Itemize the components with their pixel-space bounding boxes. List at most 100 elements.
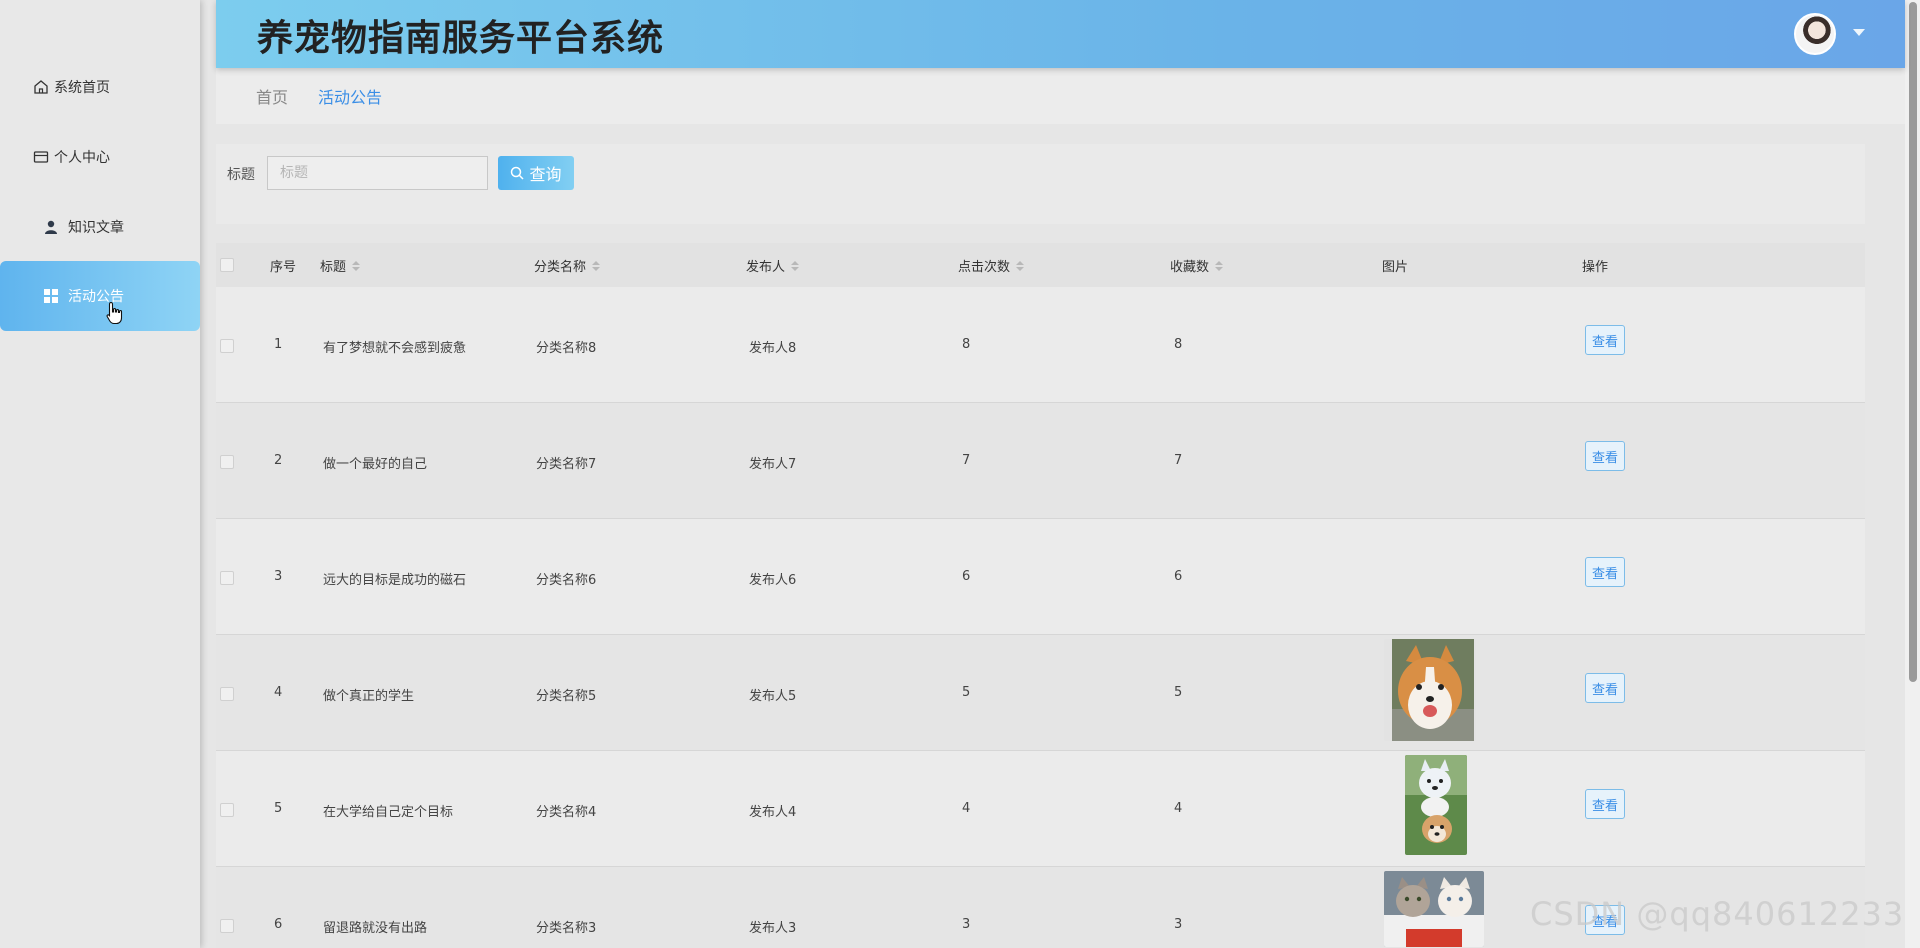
- search-panel: 标题 查询: [216, 144, 1865, 224]
- column-header-clicks[interactable]: 点击次数: [958, 256, 1025, 275]
- home-icon: [32, 78, 50, 96]
- sidebar-item-label: 系统首页: [54, 80, 110, 96]
- column-header-title[interactable]: 标题: [320, 256, 361, 275]
- cell-favorites: 8: [1174, 337, 1183, 352]
- search-button-label: 查询: [529, 165, 562, 184]
- table-row: 1 有了梦想就不会感到疲惫 分类名称8 发布人8 8 8 查看: [216, 287, 1865, 403]
- table-row: 5 在大学给自己定个目标 分类名称4 发布人4 4 4 查看: [216, 751, 1865, 867]
- sort-icon[interactable]: [1215, 260, 1224, 271]
- column-header-category[interactable]: 分类名称: [534, 256, 601, 275]
- cell-index: 5: [274, 801, 283, 816]
- cell-title: 做一个最好的自己: [323, 457, 428, 472]
- breadcrumb-current: 活动公告: [318, 88, 383, 107]
- cell-clicks: 4: [962, 801, 971, 816]
- scrollbar-thumb[interactable]: [1909, 2, 1917, 682]
- view-button[interactable]: 查看: [1585, 325, 1625, 355]
- sidebar-item-announcements[interactable]: 活动公告: [0, 261, 200, 331]
- sidebar-item-label: 个人中心: [54, 150, 110, 166]
- breadcrumb-home[interactable]: 首页: [256, 84, 288, 108]
- cell-index: 3: [274, 569, 283, 584]
- column-header-favorites[interactable]: 收藏数: [1170, 256, 1224, 275]
- cell-favorites: 4: [1174, 801, 1183, 816]
- cell-category: 分类名称3: [536, 921, 597, 936]
- row-checkbox[interactable]: [220, 339, 234, 353]
- column-header-publisher[interactable]: 发布人: [746, 256, 800, 275]
- user-icon: [42, 218, 60, 236]
- cell-publisher: 发布人4: [749, 805, 797, 820]
- select-all-checkbox[interactable]: [220, 258, 234, 272]
- sort-icon[interactable]: [791, 260, 800, 271]
- sidebar-item-home[interactable]: 系统首页: [0, 52, 200, 122]
- search-button[interactable]: 查询: [498, 156, 574, 190]
- cell-index: 2: [274, 453, 283, 468]
- cell-index: 4: [274, 685, 283, 700]
- view-button[interactable]: 查看: [1585, 673, 1625, 703]
- puppies-photo: [1405, 755, 1467, 855]
- sort-icon[interactable]: [352, 260, 361, 271]
- hand-cursor-icon: [106, 301, 124, 329]
- cell-title: 留退路就没有出路: [323, 921, 428, 936]
- sidebar-item-personal-center[interactable]: 个人中心: [0, 122, 200, 192]
- watermark-text: CSDN @qq840612233: [1530, 895, 1905, 933]
- row-checkbox[interactable]: [220, 919, 234, 933]
- cell-publisher: 发布人7: [749, 457, 797, 472]
- cell-favorites: 7: [1174, 453, 1183, 468]
- app-title: 养宠物指南服务平台系统: [257, 18, 665, 59]
- cell-title: 做个真正的学生: [323, 689, 415, 704]
- search-label: 标题: [227, 167, 255, 183]
- sidebar-item-knowledge-articles[interactable]: 知识文章: [0, 192, 200, 262]
- cell-title: 在大学给自己定个目标: [323, 805, 454, 820]
- cell-index: 6: [274, 917, 283, 932]
- corgi-photo: [1384, 639, 1476, 741]
- search-icon: [511, 166, 525, 180]
- row-checkbox[interactable]: [220, 571, 234, 585]
- cell-category: 分类名称4: [536, 805, 597, 820]
- table-header: 序号 标题 分类名称 发布人 点击次数 收藏数 图片 操作: [216, 243, 1865, 287]
- cell-clicks: 8: [962, 337, 971, 352]
- row-checkbox[interactable]: [220, 803, 234, 817]
- top-header: 养宠物指南服务平台系统: [216, 0, 1905, 68]
- cell-category: 分类名称6: [536, 573, 597, 588]
- title-search-input[interactable]: [267, 156, 488, 190]
- cell-publisher: 发布人5: [749, 689, 797, 704]
- row-checkbox[interactable]: [220, 687, 234, 701]
- cell-category: 分类名称7: [536, 457, 597, 472]
- wallet-icon: [32, 148, 50, 166]
- table-row: 3 远大的目标是成功的磁石 分类名称6 发布人6 6 6 查看: [216, 519, 1865, 635]
- column-header-index: 序号: [270, 260, 297, 275]
- column-header-actions: 操作: [1582, 260, 1609, 275]
- sort-icon[interactable]: [592, 260, 601, 271]
- view-button[interactable]: 查看: [1585, 557, 1625, 587]
- column-header-image: 图片: [1382, 260, 1409, 275]
- table-row: 4 做个真正的学生 分类名称5 发布人5 5 5 查看: [216, 635, 1865, 751]
- grid-icon: [42, 287, 60, 305]
- chevron-down-icon[interactable]: [1853, 29, 1865, 36]
- cell-favorites: 6: [1174, 569, 1183, 584]
- view-button[interactable]: 查看: [1585, 441, 1625, 471]
- sidebar-item-label: 知识文章: [68, 220, 124, 236]
- cell-publisher: 发布人6: [749, 573, 797, 588]
- row-checkbox[interactable]: [220, 455, 234, 469]
- view-button[interactable]: 查看: [1585, 789, 1625, 819]
- cell-title: 远大的目标是成功的磁石: [323, 573, 467, 588]
- cell-publisher: 发布人3: [749, 921, 797, 936]
- kittens-photo: [1384, 871, 1484, 947]
- cell-clicks: 3: [962, 917, 971, 932]
- announcements-table: 序号 标题 分类名称 发布人 点击次数 收藏数 图片 操作 1 有了梦想就不会感…: [216, 243, 1865, 948]
- cell-clicks: 7: [962, 453, 971, 468]
- page-scrollbar[interactable]: [1905, 0, 1920, 948]
- cell-title: 有了梦想就不会感到疲惫: [323, 341, 467, 356]
- cell-clicks: 5: [962, 685, 971, 700]
- cell-favorites: 5: [1174, 685, 1183, 700]
- cell-clicks: 6: [962, 569, 971, 584]
- cell-category: 分类名称5: [536, 689, 597, 704]
- cell-category: 分类名称8: [536, 341, 597, 356]
- sort-icon[interactable]: [1016, 260, 1025, 271]
- sidebar: 系统首页 个人中心 知识文章 活动公告: [0, 0, 200, 948]
- cell-publisher: 发布人8: [749, 341, 797, 356]
- breadcrumb: 首页 活动公告: [216, 68, 1905, 124]
- cell-index: 1: [274, 337, 283, 352]
- user-avatar[interactable]: [1794, 13, 1836, 55]
- table-row: 2 做一个最好的自己 分类名称7 发布人7 7 7 查看: [216, 403, 1865, 519]
- cell-favorites: 3: [1174, 917, 1183, 932]
